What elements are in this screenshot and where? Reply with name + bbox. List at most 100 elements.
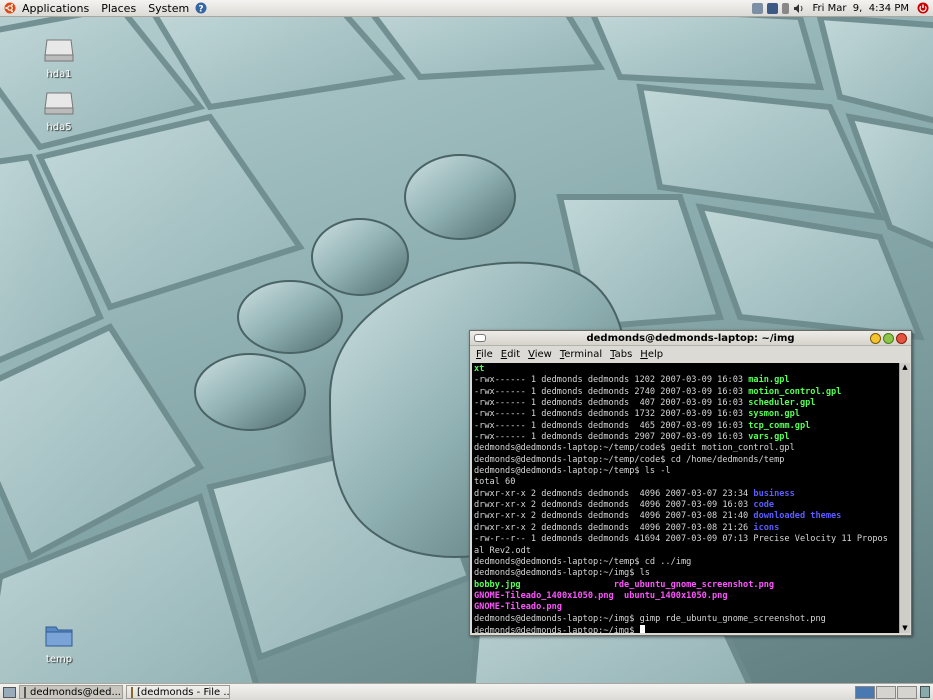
terminal-text: -rwx------ 1 dedmonds dedmonds 407 2007-… xyxy=(474,398,749,409)
desktop-icon-label: temp xyxy=(45,654,73,665)
terminal-text: business xyxy=(753,488,795,499)
terminal-text: -rwx------ 1 dedmonds dedmonds 2907 2007… xyxy=(474,432,749,443)
volume-icon[interactable] xyxy=(793,3,804,14)
terminal-text: dedmonds@dedmonds-laptop:~/img$ gimp rde… xyxy=(474,613,826,624)
terminal-scrollbar[interactable]: ▲ ▼ xyxy=(899,363,910,633)
terminal-cursor xyxy=(639,624,645,633)
terminal-line: dedmonds@dedmonds-laptop:~/temp/code$ cd… xyxy=(474,455,897,466)
terminal-text: ubuntu_1400x1050.png xyxy=(624,590,728,601)
terminal-line: dedmonds@dedmonds-laptop:~/temp/code$ ge… xyxy=(474,443,897,454)
desktop-icon-temp[interactable]: temp xyxy=(29,622,89,665)
window-menu-icon[interactable] xyxy=(474,334,486,342)
terminal-text: dedmonds@dedmonds-laptop:~/temp$ ls -l xyxy=(474,466,671,477)
terminal-line: al Rev2.odt xyxy=(474,546,897,557)
menu-view[interactable]: View xyxy=(528,349,552,360)
workspace-2[interactable] xyxy=(876,685,896,699)
terminal-text: dedmonds@dedmonds-laptop:~/img$ xyxy=(474,625,640,633)
terminal-titlebar[interactable]: dedmonds@dedmonds-laptop: ~/img xyxy=(470,331,911,346)
terminal-line: -rwx------ 1 dedmonds dedmonds 465 2007-… xyxy=(474,421,897,432)
task-file-manager[interactable]: [dedmonds - File ... xyxy=(126,685,230,699)
terminal-text: code xyxy=(753,500,775,511)
logout-icon[interactable] xyxy=(917,2,929,14)
file-manager-icon xyxy=(131,686,133,698)
menu-terminal[interactable]: Terminal xyxy=(560,349,602,360)
terminal-text: dedmonds@dedmonds-laptop:~/temp/code$ ge… xyxy=(474,443,795,454)
terminal-line: drwxr-xr-x 2 dedmonds dedmonds 4096 2007… xyxy=(474,511,897,522)
menu-edit[interactable]: Edit xyxy=(501,349,520,360)
desktop-icon-hda5[interactable]: hda5 xyxy=(29,90,89,133)
terminal-text: scheduler.gpl xyxy=(748,398,816,409)
terminal-text: downloaded themes xyxy=(753,511,842,522)
terminal-text: -rwx------ 1 dedmonds dedmonds 465 2007-… xyxy=(474,420,749,431)
system-menu[interactable]: System xyxy=(142,0,195,17)
menu-file[interactable]: File xyxy=(476,349,493,360)
terminal-text: -rwx------ 1 dedmonds dedmonds 2740 2007… xyxy=(474,386,749,397)
trash-icon[interactable] xyxy=(920,686,930,698)
menu-tabs[interactable]: Tabs xyxy=(610,349,632,360)
desktop-icon-label: hda5 xyxy=(46,122,72,133)
terminal-menubar: File Edit View Terminal Tabs Help xyxy=(470,346,911,362)
workspace-3[interactable] xyxy=(897,685,917,699)
places-menu[interactable]: Places xyxy=(95,0,142,17)
bottom-panel: dedmonds@ded... [dedmonds - File ... xyxy=(0,683,933,700)
terminal-line: dedmonds@dedmonds-laptop:~/temp$ ls -l xyxy=(474,466,897,477)
terminal-line: total 60 xyxy=(474,477,897,488)
terminal-line: -rw-r--r-- 1 dedmonds dedmonds 41694 200… xyxy=(474,534,897,545)
terminal-line: drwxr-xr-x 2 dedmonds dedmonds 4096 2007… xyxy=(474,489,897,500)
terminal-line: dedmonds@dedmonds-laptop:~/img$ ls xyxy=(474,568,897,579)
ubuntu-logo-icon[interactable] xyxy=(4,2,16,14)
terminal-text: drwxr-xr-x 2 dedmonds dedmonds 4096 2007… xyxy=(474,522,754,533)
scroll-down-arrow[interactable]: ▼ xyxy=(900,624,910,633)
terminal-text: GNOME-Tileado.png xyxy=(474,602,562,613)
show-desktop-icon[interactable] xyxy=(3,686,16,698)
minimize-icon[interactable] xyxy=(870,333,881,344)
terminal-line: -rwx------ 1 dedmonds dedmonds 407 2007-… xyxy=(474,398,897,409)
display-icon[interactable] xyxy=(767,2,779,14)
task-terminal[interactable]: dedmonds@ded... xyxy=(19,685,123,699)
maximize-icon[interactable] xyxy=(883,333,894,344)
svg-text:?: ? xyxy=(199,5,204,15)
terminal-text: rde_ubuntu_gnome_screenshot.png xyxy=(613,579,775,590)
terminal-line: -rwx------ 1 dedmonds dedmonds 2740 2007… xyxy=(474,387,897,398)
terminal-line: GNOME-Tileado.png xyxy=(474,602,897,613)
terminal-icon xyxy=(24,686,26,698)
menu-help[interactable]: Help xyxy=(640,349,663,360)
terminal-text: al Rev2.odt xyxy=(474,545,531,556)
terminal-text: main.gpl xyxy=(748,375,790,386)
terminal-text: total 60 xyxy=(474,477,516,488)
terminal-window[interactable]: dedmonds@dedmonds-laptop: ~/img File Edi… xyxy=(469,330,912,636)
task-label: [dedmonds - File ... xyxy=(137,686,230,698)
terminal-output[interactable]: xt -rwx------ 1 dedmonds dedmonds 1202 20… xyxy=(472,363,899,633)
close-icon[interactable] xyxy=(896,333,907,344)
network-icon[interactable] xyxy=(752,2,764,14)
terminal-line: dedmonds@dedmonds-laptop:~/img$ xyxy=(474,624,897,633)
terminal-text: sysmon.gpl xyxy=(748,409,800,420)
terminal-line: -rwx------ 1 dedmonds dedmonds 1732 2007… xyxy=(474,409,897,420)
terminal-line: drwxr-xr-x 2 dedmonds dedmonds 4096 2007… xyxy=(474,500,897,511)
clock[interactable]: Fri Mar 9, 4:34 PM xyxy=(812,3,909,14)
scroll-up-arrow[interactable]: ▲ xyxy=(900,363,910,372)
terminal-line: GNOME-Tileado_1400x1050.png ubuntu_1400x… xyxy=(474,591,897,602)
help-icon[interactable]: ? xyxy=(195,2,207,15)
desktop-icon-hda1[interactable]: hda1 xyxy=(29,37,89,80)
panel-tray: Fri Mar 9, 4:34 PM xyxy=(752,2,933,14)
terminal-text: dedmonds@dedmonds-laptop:~/temp/code$ cd… xyxy=(474,454,785,465)
applications-menu[interactable]: Applications xyxy=(16,0,95,17)
terminal-text: drwxr-xr-x 2 dedmonds dedmonds 4096 2007… xyxy=(474,488,754,499)
terminal-text: vars.gpl xyxy=(748,432,790,443)
terminal-text: -rwx------ 1 dedmonds dedmonds 1732 2007… xyxy=(474,409,749,420)
workspace-1[interactable] xyxy=(855,685,875,699)
terminal-line: dedmonds@dedmonds-laptop:~/img$ gimp rde… xyxy=(474,614,897,625)
terminal-line: xt xyxy=(474,364,897,375)
task-label: dedmonds@ded... xyxy=(30,686,121,698)
folder-icon xyxy=(29,622,89,651)
terminal-text: dedmonds@dedmonds-laptop:~/img$ ls xyxy=(474,568,650,579)
terminal-text: drwxr-xr-x 2 dedmonds dedmonds 4096 2007… xyxy=(474,500,754,511)
terminal-line: drwxr-xr-x 2 dedmonds dedmonds 4096 2007… xyxy=(474,523,897,534)
terminal-text: dedmonds@dedmonds-laptop:~/temp$ cd ../i… xyxy=(474,556,692,567)
terminal-line: -rwx------ 1 dedmonds dedmonds 1202 2007… xyxy=(474,375,897,386)
battery-icon[interactable] xyxy=(782,2,790,14)
terminal-text: xt xyxy=(474,364,485,374)
terminal-text: motion_control.gpl xyxy=(748,386,842,397)
window-title: dedmonds@dedmonds-laptop: ~/img xyxy=(586,332,795,344)
